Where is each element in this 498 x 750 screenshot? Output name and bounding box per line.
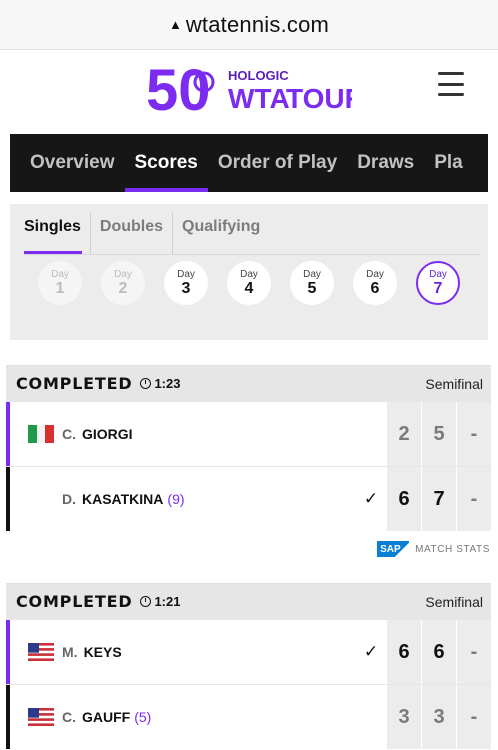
day-button-3[interactable]: Day 3 bbox=[164, 261, 208, 305]
usa-flag-icon bbox=[28, 708, 54, 726]
player-initial: M. bbox=[62, 644, 78, 660]
filter-panel: Singles Doubles Qualifying Day 1 Day 2 Day… bbox=[10, 204, 488, 340]
subtab-qualifying[interactable]: Qualifying bbox=[172, 212, 269, 254]
subtab-doubles[interactable]: Doubles bbox=[89, 212, 172, 254]
set-score: 5 bbox=[422, 402, 456, 466]
set-score: 2 bbox=[387, 402, 421, 466]
player-name[interactable]: GAUFF bbox=[82, 709, 130, 725]
set-score: 7 bbox=[422, 467, 456, 531]
match-card[interactable]: COMPLETED 1:21 Semifinal M. KEYS ✓ 6 6 - bbox=[6, 583, 491, 749]
match-stats-label: MATCH STATS bbox=[415, 543, 490, 555]
day-button-1[interactable]: Day 1 bbox=[38, 261, 82, 305]
tab-draws[interactable]: Draws bbox=[347, 134, 424, 192]
clock-icon bbox=[140, 378, 152, 389]
logo-number: 50 bbox=[146, 60, 211, 116]
day-button-7[interactable]: Day 7 bbox=[416, 261, 460, 305]
day-button-2[interactable]: Day 2 bbox=[101, 261, 145, 305]
player-info: C. GAUFF (5) bbox=[10, 685, 356, 749]
day-button-5[interactable]: Day 5 bbox=[290, 261, 334, 305]
usa-flag-icon bbox=[28, 643, 54, 661]
set-score: 6 bbox=[387, 467, 421, 531]
match-round: Semifinal bbox=[425, 375, 483, 392]
player-row: C. GIORGI 2 5 - bbox=[6, 401, 491, 466]
match-header: COMPLETED 1:21 Semifinal bbox=[6, 583, 491, 619]
draw-type-tabs: Singles Doubles Qualifying bbox=[24, 212, 269, 254]
tab-order-of-play[interactable]: Order of Play bbox=[208, 134, 347, 192]
wta-50-logo[interactable]: 50 HOLOGIC WTA TOUR bbox=[146, 58, 365, 123]
logo-sponsor: HOLOGIC bbox=[228, 68, 289, 83]
match-round: Semifinal bbox=[425, 593, 483, 610]
match-duration: 1:21 bbox=[140, 594, 180, 609]
clock-icon bbox=[140, 596, 152, 607]
player-info: D. KASATKINA (9) bbox=[10, 467, 356, 531]
hamburger-icon[interactable] bbox=[438, 72, 464, 96]
player-seed: (5) bbox=[134, 709, 152, 725]
match-status: COMPLETED bbox=[16, 374, 133, 393]
player-row: M. KEYS ✓ 6 6 - bbox=[6, 619, 491, 684]
set-score: 6 bbox=[387, 620, 421, 684]
tab-overview[interactable]: Overview bbox=[10, 134, 125, 192]
logo-brand: WTA bbox=[228, 83, 290, 114]
winner-check-slot bbox=[356, 685, 386, 749]
italy-flag-icon bbox=[28, 425, 54, 443]
match-header: COMPLETED 1:23 Semifinal bbox=[6, 365, 491, 401]
player-name[interactable]: KASATKINA bbox=[82, 491, 163, 507]
player-initial: C. bbox=[62, 426, 76, 442]
day-selector: Day 1 Day 2 Day 3 Day 4 Day 5 Day 6 Day 7 bbox=[38, 261, 460, 305]
divider bbox=[24, 254, 480, 255]
site-header: 50 HOLOGIC WTA TOUR bbox=[0, 50, 498, 124]
set-score: - bbox=[457, 685, 491, 749]
match-card[interactable]: COMPLETED 1:23 Semifinal C. GIORGI 2 5 -… bbox=[6, 365, 491, 531]
match-stats-link[interactable]: SAP MATCH STATS bbox=[377, 541, 490, 557]
player-name[interactable]: KEYS bbox=[84, 644, 122, 660]
main-nav: Overview Scores Order of Play Draws Pla bbox=[10, 134, 488, 192]
tab-scores[interactable]: Scores bbox=[124, 134, 209, 192]
day-button-6[interactable]: Day 6 bbox=[353, 261, 397, 305]
browser-address-bar[interactable]: ▲ wtatennis.com bbox=[0, 0, 498, 50]
sap-logo-icon: SAP bbox=[377, 541, 410, 557]
tab-players[interactable]: Pla bbox=[424, 134, 473, 192]
set-score: - bbox=[457, 402, 491, 466]
subtab-singles[interactable]: Singles bbox=[24, 212, 90, 254]
lock-icon: ▲ bbox=[168, 17, 182, 32]
set-score: 3 bbox=[422, 685, 456, 749]
match-duration: 1:23 bbox=[140, 376, 180, 391]
set-score: 3 bbox=[387, 685, 421, 749]
checkmark-icon: ✓ bbox=[363, 489, 379, 508]
player-row: D. KASATKINA (9) ✓ 6 7 - bbox=[6, 466, 491, 531]
logo-tour: TOUR bbox=[286, 83, 352, 114]
player-row: C. GAUFF (5) 3 3 - bbox=[6, 684, 491, 749]
player-initial: C. bbox=[62, 709, 76, 725]
player-seed: (9) bbox=[167, 491, 185, 507]
player-info: M. KEYS bbox=[10, 620, 356, 684]
day-button-4[interactable]: Day 4 bbox=[227, 261, 271, 305]
checkmark-icon: ✓ bbox=[363, 642, 379, 661]
player-info: C. GIORGI bbox=[10, 402, 356, 466]
set-score: - bbox=[457, 467, 491, 531]
player-name[interactable]: GIORGI bbox=[82, 426, 133, 442]
set-score: - bbox=[457, 620, 491, 684]
player-initial: D. bbox=[62, 491, 76, 507]
match-status: COMPLETED bbox=[16, 592, 133, 611]
set-score: 6 bbox=[422, 620, 456, 684]
winner-check-slot bbox=[356, 402, 386, 466]
url-text: wtatennis.com bbox=[185, 11, 330, 37]
